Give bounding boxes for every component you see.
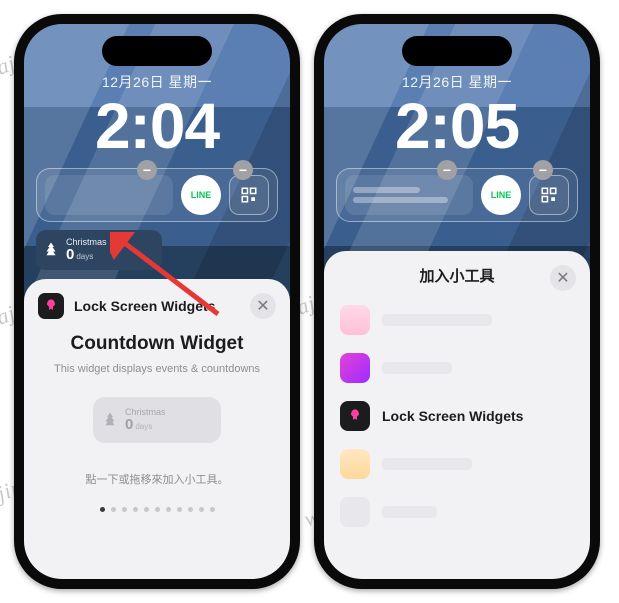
page-dot — [111, 507, 116, 512]
page-dot — [122, 507, 127, 512]
list-item[interactable] — [338, 440, 576, 488]
christmas-tree-icon — [101, 411, 119, 429]
list-item-lock-screen-widgets[interactable]: Lock Screen Widgets — [338, 392, 576, 440]
app-icon-blurred — [340, 353, 370, 383]
list-item[interactable] — [338, 488, 576, 536]
countdown-value: 0 — [66, 247, 74, 262]
widget-strip[interactable]: − − LINE — [336, 168, 578, 222]
page-dot — [166, 507, 171, 512]
remove-widget-button[interactable]: − — [437, 160, 457, 180]
app-icon — [340, 401, 370, 431]
blurred-label — [382, 458, 472, 470]
dynamic-island — [102, 36, 212, 66]
close-button[interactable]: ✕ — [250, 293, 276, 319]
list-item[interactable] — [338, 296, 576, 344]
page-indicator[interactable] — [38, 507, 276, 512]
qr-icon — [540, 186, 558, 204]
add-widget-sheet: 加入小工具 ✕ — [324, 251, 590, 579]
close-icon: ✕ — [556, 268, 569, 288]
app-icon-blurred — [340, 497, 370, 527]
rocket-icon — [43, 298, 59, 314]
christmas-tree-icon — [42, 241, 60, 259]
page-dot — [188, 507, 193, 512]
close-icon: ✕ — [256, 296, 269, 316]
widget-title: Countdown Widget — [38, 333, 276, 355]
widget-slot-empty[interactable] — [45, 175, 173, 215]
lock-screen-date[interactable]: 12月26日 星期一 — [324, 72, 590, 92]
widget-detail-sheet: Lock Screen Widgets ✕ Countdown Widget T… — [24, 279, 290, 579]
sheet-title: 加入小工具 — [419, 265, 494, 286]
qr-icon — [240, 186, 258, 204]
lock-screen-left: 12月26日 星期一 2:04 − − LINE Christmas 0 day… — [24, 24, 290, 579]
widget-qr-scanner[interactable] — [229, 175, 269, 215]
dynamic-island — [402, 36, 512, 66]
iphone-frame-right: 12月26日 星期一 2:05 − − LINE 加入小工具 — [314, 14, 600, 589]
app-icon-blurred — [340, 449, 370, 479]
widget-slot-generic[interactable] — [345, 175, 473, 215]
countdown-unit: days — [76, 253, 93, 261]
widget-line[interactable]: LINE — [181, 175, 221, 215]
drag-hint: 點一下或拖移來加入小工具。 — [38, 471, 276, 487]
page-dot — [199, 507, 204, 512]
page-dot — [177, 507, 182, 512]
countdown-widget-placed[interactable]: Christmas 0 days — [36, 230, 162, 270]
preview-unit: days — [135, 423, 152, 431]
widget-preview[interactable]: Christmas 0 days — [93, 397, 221, 443]
page-dot — [144, 507, 149, 512]
widget-strip[interactable]: − − LINE — [36, 168, 278, 222]
countdown-event-label: Christmas — [66, 238, 107, 247]
list-item-label: Lock Screen Widgets — [382, 408, 523, 424]
preview-event-label: Christmas — [125, 408, 166, 417]
widget-source-list: Lock Screen Widgets — [338, 296, 576, 536]
remove-widget-button[interactable]: − — [137, 160, 157, 180]
lock-screen-time[interactable]: 2:05 — [324, 94, 590, 158]
rocket-icon — [347, 408, 363, 424]
widget-line[interactable]: LINE — [481, 175, 521, 215]
widget-subtitle: This widget displays events & countdowns — [38, 363, 276, 375]
remove-widget-button[interactable]: − — [533, 160, 553, 180]
preview-value: 0 — [125, 417, 133, 432]
iphone-frame-left: 12月26日 星期一 2:04 − − LINE Christmas 0 day… — [14, 14, 300, 589]
page-dot — [210, 507, 215, 512]
lock-screen-date[interactable]: 12月26日 星期一 — [24, 72, 290, 92]
blurred-label — [382, 314, 492, 326]
lock-screen-time[interactable]: 2:04 — [24, 94, 290, 158]
list-item[interactable] — [338, 344, 576, 392]
widget-qr-scanner[interactable] — [529, 175, 569, 215]
blurred-label — [382, 506, 437, 518]
page-dot — [100, 507, 105, 512]
app-name-label: Lock Screen Widgets — [74, 298, 215, 314]
close-button[interactable]: ✕ — [550, 265, 576, 291]
lock-screen-right: 12月26日 星期一 2:05 − − LINE 加入小工具 — [324, 24, 590, 579]
blurred-label — [382, 362, 452, 374]
page-dot — [133, 507, 138, 512]
remove-widget-button[interactable]: − — [233, 160, 253, 180]
app-icon-blurred — [340, 305, 370, 335]
app-icon — [38, 293, 64, 319]
page-dot — [155, 507, 160, 512]
